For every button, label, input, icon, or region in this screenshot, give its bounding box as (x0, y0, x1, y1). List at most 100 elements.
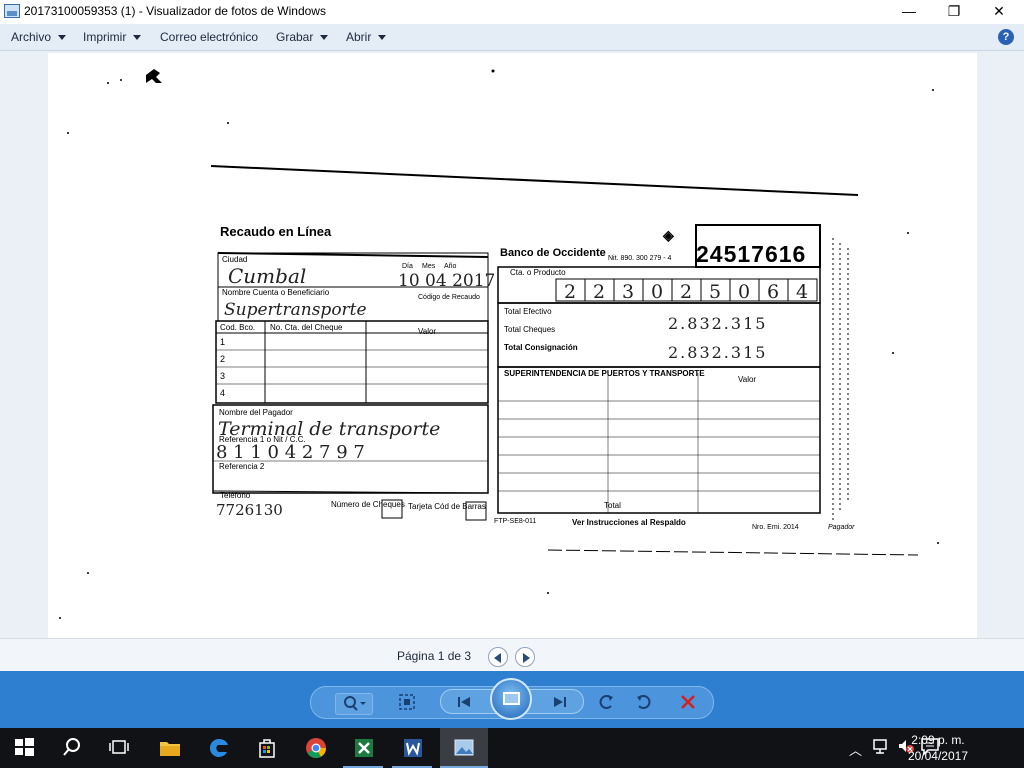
beneficiario-label: Nombre Cuenta o Beneficiario (222, 288, 330, 297)
task-view-button[interactable] (108, 736, 132, 760)
slideshow-button[interactable] (490, 678, 532, 720)
beneficiario-value: Supertransporte (224, 300, 367, 320)
date-value: 10 04 2017 (398, 271, 495, 291)
windows-start-button[interactable] (13, 736, 37, 760)
close-window-button[interactable]: ✕ (976, 0, 1022, 24)
taskbar: ︿ 2:09 p. m. 20/04/2017 (0, 728, 1024, 768)
zoom-button[interactable] (335, 693, 373, 715)
menu-correo[interactable]: Correo electrónico (160, 30, 258, 44)
notifications-button[interactable] (920, 736, 944, 760)
next-image-button[interactable] (549, 694, 571, 710)
row-2-number: 2 (220, 354, 225, 364)
store-button[interactable] (255, 736, 279, 760)
form-title: Recaudo en Línea (220, 224, 332, 239)
stamp-valor: Valor (738, 375, 756, 384)
codigo-recaudo-label: Código de Recaudo (418, 294, 480, 301)
chrome-icon (306, 738, 327, 758)
cod-bco-label: Cod. Bco. (220, 323, 255, 332)
word-icon (404, 739, 422, 757)
search-icon (63, 738, 80, 756)
ciudad-label: Ciudad (222, 255, 247, 264)
chevron-down-icon (320, 35, 329, 41)
triangle-right-icon (523, 653, 530, 663)
slideshow-icon (503, 692, 520, 705)
footer-ref: Nro. Emi. 2014 (752, 524, 799, 531)
footer-note: Ver Instrucciones al Respaldo (572, 518, 686, 527)
account-digit: 5 (709, 281, 721, 303)
total-efectivo-value: 2.832.315 (668, 314, 767, 333)
windows-logo-icon (15, 738, 34, 756)
skip-previous-icon (458, 697, 470, 707)
chrome-button[interactable] (304, 736, 328, 760)
numero-cheques-label: Número de Cheques (331, 500, 405, 509)
previous-image-button[interactable] (453, 694, 475, 710)
delete-x-icon (681, 695, 695, 709)
total-cheques-label: Total Cheques (504, 325, 555, 334)
delete-button[interactable] (675, 693, 701, 715)
chevron-down-icon (58, 35, 67, 41)
bank-logo-mark: ◈ (662, 227, 675, 243)
menu-grabar[interactable]: Grabar (276, 30, 329, 44)
telefono-label: Teléfono (220, 491, 251, 500)
mes-label: Mes (422, 263, 436, 270)
bank-name: Banco de Occidente (500, 247, 606, 259)
document-top-rule (210, 165, 859, 196)
maximize-button[interactable]: ❐ (931, 0, 977, 24)
chevron-down-icon (378, 35, 387, 41)
help-icon[interactable]: ? (998, 29, 1014, 45)
rotate-right-button[interactable] (631, 693, 655, 715)
menu-bar: Archivo Imprimir Correo electrónico Grab… (0, 24, 1024, 51)
row-3-number: 3 (220, 371, 225, 381)
total-consignacion-label: Total Consignación (504, 343, 578, 352)
telefono-value: 7726130 (216, 501, 283, 519)
rotate-clockwise-icon (637, 695, 651, 709)
stamp-grid (498, 373, 820, 513)
photo-viewer-icon (454, 739, 474, 756)
network-button[interactable] (872, 736, 896, 760)
file-explorer-button[interactable] (158, 736, 182, 760)
status-bar: Página 1 de 3 (0, 638, 1024, 671)
account-digit: 2 (564, 281, 576, 303)
chevron-down-icon (133, 35, 142, 41)
word-button[interactable] (401, 736, 425, 760)
photo-viewer-taskbar-button[interactable] (440, 728, 488, 768)
menu-archivo[interactable]: Archivo (11, 30, 67, 44)
account-digit: 2 (593, 281, 605, 303)
ano-label: Año (444, 263, 457, 270)
search-button[interactable] (61, 736, 85, 760)
rotate-left-button[interactable] (595, 693, 619, 715)
account-digit-cells: 223025064 (555, 278, 818, 303)
minimize-button[interactable]: — (886, 0, 932, 24)
total-consignacion-value: 2.832.315 (668, 343, 767, 362)
total-efectivo-label: Total Efectivo (504, 307, 552, 316)
dia-label: Día (402, 263, 413, 270)
menu-imprimir-label: Imprimir (83, 30, 127, 44)
magnifier-icon (344, 696, 366, 711)
no-cta-label: No. Cta. del Cheque (270, 323, 343, 332)
next-page-button[interactable] (515, 647, 535, 667)
menu-grabar-label: Grabar (276, 30, 314, 44)
edge-browser-button[interactable] (207, 736, 231, 760)
scanned-document: Recaudo en Línea Ciudad Cumbal Día Mes A… (48, 53, 977, 638)
row-1-number: 1 (220, 337, 225, 347)
rotate-counterclockwise-icon (599, 695, 613, 709)
store-bag-icon (259, 739, 275, 758)
actual-size-button[interactable] (395, 693, 419, 715)
action-center-icon (921, 738, 939, 756)
account-digit: 6 (767, 281, 779, 303)
menu-imprimir[interactable]: Imprimir (83, 30, 142, 44)
chevron-up-icon[interactable]: ︿ (849, 740, 862, 759)
menu-correo-label: Correo electrónico (160, 30, 259, 44)
stamp-header: SUPERINTENDENCIA DE PUERTOS Y TRANSPORTE (504, 369, 705, 378)
scan-noise (59, 69, 939, 619)
menu-archivo-label: Archivo (11, 30, 52, 44)
document-scan: Recaudo en Línea Ciudad Cumbal Día Mes A… (59, 69, 939, 619)
title-bar: 20173100059353 (1) - Visualizador de fot… (0, 0, 1024, 24)
menu-abrir[interactable]: Abrir (346, 30, 387, 44)
previous-page-button[interactable] (488, 647, 508, 667)
total-label: Total (604, 501, 621, 510)
row-4-number: 4 (220, 388, 225, 398)
valor-label: Valor (418, 327, 436, 336)
excel-button[interactable] (352, 736, 376, 760)
page-indicator: Página 1 de 3 (397, 649, 472, 663)
